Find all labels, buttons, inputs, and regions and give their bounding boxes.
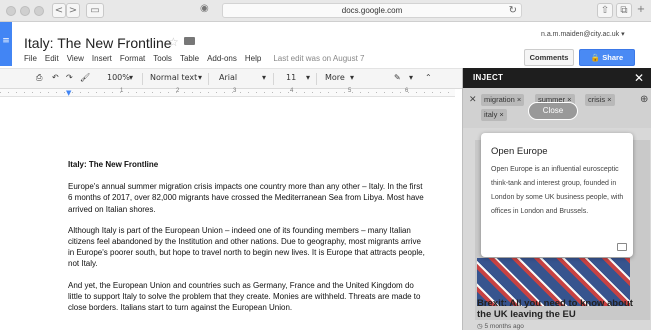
menu-insert[interactable]: Insert (92, 54, 112, 63)
inject-panel: INJECT ✕ ✕ migration × summer × crisis ×… (462, 68, 651, 330)
undo-icon[interactable]: ↶ (52, 73, 59, 82)
document-heading: Italy: The New Frontline (68, 160, 159, 169)
menu-icon: ≡ (2, 36, 10, 46)
ruler-number: 3 (233, 88, 237, 94)
divider (208, 73, 209, 85)
inject-title: INJECT (473, 73, 504, 82)
pen-icon[interactable]: ✎ (394, 73, 401, 82)
close-icon[interactable]: ✕ (634, 71, 644, 85)
account-email[interactable]: n.a.m.maiden@city.ac.uk ▾ (541, 30, 625, 38)
share-page-icon[interactable]: ⇧ (597, 3, 613, 18)
folder-icon[interactable] (184, 37, 195, 45)
popup-body: Open Europe is an influential euroscepti… (491, 166, 624, 215)
redo-icon[interactable]: ↷ (66, 73, 73, 82)
last-edit-link[interactable]: Last edit was on August 7 (273, 54, 364, 63)
forward-button[interactable]: > (66, 3, 80, 18)
tag-crisis[interactable]: crisis × (585, 94, 615, 106)
formatting-toolbar: ⎙ ↶ ↷ 🖌 100% ▾ Normal text ▾ Arial ▾ 11 … (0, 68, 462, 89)
ruler-number: 1 (120, 88, 124, 94)
menu-edit[interactable]: Edit (45, 54, 59, 63)
site-icon: ◉ (200, 3, 209, 14)
zoom-window-button[interactable] (34, 6, 44, 16)
divider (273, 73, 274, 85)
close-window-button[interactable] (6, 6, 16, 16)
paragraph: Although Italy is part of the European U… (68, 225, 425, 269)
more-chevron-icon: ▾ (350, 73, 355, 82)
menu-bar: File Edit View Insert Format Tools Table… (24, 54, 364, 63)
browser-toolbar: < > ▭ ◉ docs.google.com ↻ ⇧ ⧉ + (0, 0, 651, 22)
add-tag-icon[interactable]: ⊕ (640, 94, 648, 105)
menu-file[interactable]: File (24, 54, 37, 63)
ruler-number: 6 (405, 88, 409, 94)
share-button[interactable]: 🔒 Share (579, 49, 635, 66)
ruler: ▼ 1 2 3 4 5 6 (0, 88, 455, 97)
clear-tags-icon[interactable]: ✕ (469, 95, 477, 105)
paragraph: Europe's annual summer migration crisis … (68, 182, 424, 214)
comment-icon[interactable] (617, 243, 627, 251)
info-popup: Open Europe Open Europe is an influentia… (481, 133, 633, 257)
divider (142, 73, 143, 85)
sidebar-toggle-icon[interactable]: ▭ (86, 3, 104, 18)
article-title[interactable]: Brexit: All you need to know about the U… (477, 298, 647, 320)
back-button[interactable]: < (52, 3, 66, 18)
inject-header: INJECT ✕ (463, 68, 651, 88)
paint-format-icon[interactable]: 🖌 (80, 73, 90, 82)
reload-icon[interactable]: ↻ (509, 4, 517, 18)
comments-button[interactable]: Comments (524, 49, 574, 66)
article-time: ◷ 5 months ago (477, 323, 524, 330)
zoom-chevron-icon: ▾ (129, 73, 134, 82)
ruler-number: 5 (348, 88, 352, 94)
document-title[interactable]: Italy: The New Frontline (24, 35, 172, 51)
popup-title: Open Europe (491, 146, 548, 157)
address-bar[interactable]: docs.google.com ↻ (222, 3, 522, 18)
menu-help[interactable]: Help (245, 54, 261, 63)
close-button[interactable]: Close (528, 102, 578, 120)
share-label: Share (602, 53, 624, 62)
menu-table[interactable]: Table (180, 54, 199, 63)
style-select[interactable]: Normal text (150, 73, 197, 82)
star-icon[interactable]: ☆ (168, 35, 179, 49)
more-button[interactable]: More (325, 73, 345, 82)
menu-view[interactable]: View (67, 54, 84, 63)
print-icon[interactable]: ⎙ (36, 73, 42, 83)
menu-format[interactable]: Format (120, 54, 145, 63)
collapse-icon[interactable]: ⌃ (425, 73, 432, 82)
size-chevron-icon: ▾ (306, 73, 311, 82)
font-select[interactable]: Arial (219, 73, 237, 82)
style-chevron-icon: ▾ (198, 73, 203, 82)
tag-migration[interactable]: migration × (481, 94, 525, 106)
document-canvas[interactable]: Italy: The New Frontline Europe's annual… (0, 97, 462, 330)
menu-tools[interactable]: Tools (153, 54, 172, 63)
zoom-select[interactable]: 100% (107, 73, 130, 82)
paragraph: And yet, the European Union and countrie… (68, 280, 421, 313)
divider (316, 73, 317, 85)
indent-marker-icon[interactable]: ▼ (66, 89, 71, 97)
tabs-icon[interactable]: ⧉ (616, 3, 632, 18)
docs-menu-strip[interactable]: ≡ (0, 22, 12, 66)
tag-italy[interactable]: italy × (481, 109, 507, 121)
new-tab-icon[interactable]: + (635, 3, 647, 18)
article-time-text: 5 months ago (484, 323, 524, 330)
font-chevron-icon: ▾ (262, 73, 267, 82)
font-size-select[interactable]: 11 (286, 73, 296, 82)
ruler-number: 2 (176, 88, 180, 94)
pen-chevron-icon: ▾ (409, 73, 414, 82)
ruler-number: 4 (290, 88, 294, 94)
minimize-window-button[interactable] (20, 6, 30, 16)
menu-addons[interactable]: Add-ons (207, 54, 237, 63)
document-body[interactable]: Italy: The New Frontline Europe's annual… (68, 159, 426, 323)
address-url: docs.google.com (341, 6, 403, 15)
